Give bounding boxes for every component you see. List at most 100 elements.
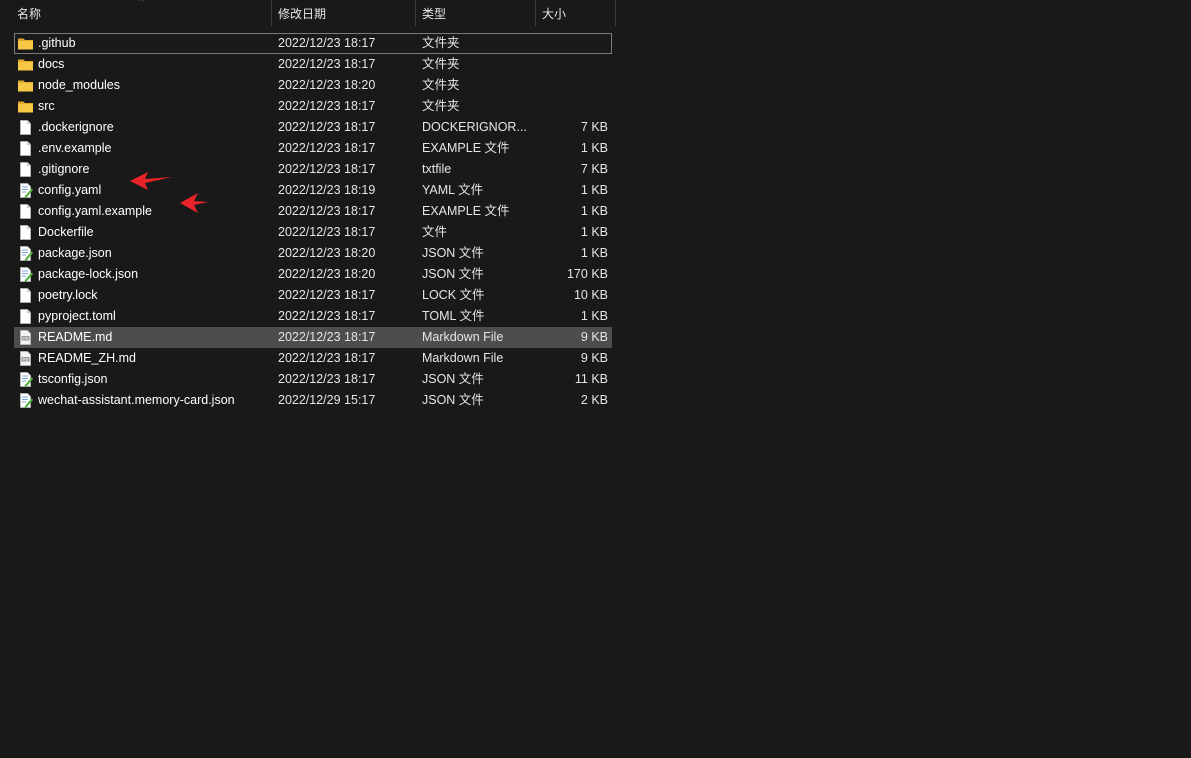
file-date-modified: 2022/12/23 18:17 — [278, 204, 376, 218]
column-header-type[interactable]: 类型 — [416, 0, 535, 26]
file-row[interactable]: tsconfig.json 2022/12/23 18:17 JSON 文件 11 K… — [14, 369, 612, 390]
markdown-file-icon: MD — [17, 329, 34, 346]
file-icon — [17, 140, 34, 157]
edit-file-icon — [17, 182, 34, 199]
column-header-name-label: 名称 — [17, 7, 42, 21]
file-name: README.md — [38, 330, 113, 344]
file-size: 7 KB — [580, 162, 608, 176]
file-size — [534, 33, 608, 54]
file-date-modified: 2022/12/23 18:17 — [278, 57, 376, 71]
file-type: JSON 文件 — [422, 246, 484, 260]
file-type: txtfile — [422, 162, 452, 176]
column-header-date-label: 修改日期 — [278, 7, 327, 21]
file-name: README_ZH.md — [38, 351, 136, 365]
file-row[interactable]: package-lock.json 2022/12/23 18:20 JSON 文件… — [14, 264, 612, 285]
file-date-modified: 2022/12/23 18:19 — [278, 183, 376, 197]
file-icon — [17, 308, 34, 325]
file-type: 文件夹 — [422, 78, 460, 92]
file-row[interactable]: config.yaml 2022/12/23 18:19 YAML 文件 1 KB — [14, 180, 612, 201]
edit-file-icon — [17, 266, 34, 283]
file-type: DOCKERIGNOR... — [422, 120, 527, 134]
file-type: JSON 文件 — [422, 267, 484, 281]
file-date-modified: 2022/12/23 18:17 — [278, 120, 376, 134]
file-date-modified: 2022/12/23 18:17 — [278, 351, 376, 365]
file-type: 文件 — [422, 225, 448, 239]
column-divider[interactable] — [615, 0, 616, 26]
file-date-modified: 2022/12/23 18:17 — [278, 309, 376, 323]
annotation-arrow-icon — [130, 172, 172, 190]
file-size: 1 KB — [580, 204, 608, 218]
file-name: wechat-assistant.memory-card.json — [38, 393, 235, 407]
file-explorer-list-view: 名称 ^ 修改日期 类型 大小 .github 2022/12/23 18:17 文… — [0, 0, 1191, 758]
file-size — [534, 75, 608, 96]
column-header-size-label: 大小 — [542, 7, 567, 21]
edit-file-icon — [17, 392, 34, 409]
file-size: 1 KB — [580, 183, 608, 197]
file-row[interactable]: src 2022/12/23 18:17 文件夹 — [14, 96, 612, 117]
file-row[interactable]: .env.example 2022/12/23 18:17 EXAMPLE 文件 1 … — [14, 138, 612, 159]
column-header-date[interactable]: 修改日期 — [272, 0, 415, 26]
file-row[interactable]: .dockerignore 2022/12/23 18:17 DOCKERIGNOR… — [14, 117, 612, 138]
file-size: 10 KB — [573, 288, 608, 302]
file-type: 文件夹 — [422, 36, 460, 50]
edit-file-icon — [17, 245, 34, 262]
file-size: 1 KB — [580, 141, 608, 155]
folder-icon — [17, 98, 34, 115]
file-name: tsconfig.json — [38, 372, 108, 386]
file-size: 11 KB — [574, 372, 608, 386]
column-header: 名称 ^ 修改日期 类型 大小 — [0, 0, 616, 26]
file-name: .dockerignore — [38, 120, 114, 134]
file-row[interactable]: config.yaml.example 2022/12/23 18:17 EXAMP… — [14, 201, 612, 222]
folder-icon — [17, 77, 34, 94]
file-name: package.json — [38, 246, 112, 260]
file-row[interactable]: .gitignore 2022/12/23 18:17 txtfile 7 KB — [14, 159, 612, 180]
file-name: node_modules — [38, 78, 121, 92]
file-name: package-lock.json — [38, 267, 139, 281]
file-icon — [17, 119, 34, 136]
file-name: pyproject.toml — [38, 309, 116, 323]
file-date-modified: 2022/12/23 18:17 — [278, 225, 376, 239]
file-row[interactable]: Dockerfile 2022/12/23 18:17 文件 1 KB — [14, 222, 612, 243]
file-type: Markdown File — [422, 351, 504, 365]
file-name: docs — [38, 57, 65, 71]
svg-text:MD: MD — [23, 337, 29, 341]
file-date-modified: 2022/12/23 18:17 — [278, 141, 376, 155]
file-size: 7 KB — [580, 120, 608, 134]
file-date-modified: 2022/12/23 18:20 — [278, 246, 376, 260]
sort-ascending-icon: ^ — [138, 0, 144, 7]
file-date-modified: 2022/12/23 18:20 — [278, 267, 376, 281]
file-row[interactable]: MD README_ZH.md 2022/12/23 18:17 Markdown F… — [14, 348, 612, 369]
annotation-arrow-icon — [180, 193, 208, 213]
file-type: YAML 文件 — [422, 183, 484, 197]
file-size: 9 KB — [580, 330, 608, 344]
file-date-modified: 2022/12/23 18:20 — [278, 78, 376, 92]
file-size: 2 KB — [580, 393, 608, 407]
file-row[interactable]: wechat-assistant.memory-card.json 2022/12… — [14, 390, 612, 411]
file-type: EXAMPLE 文件 — [422, 141, 510, 155]
markdown-file-icon: MD — [17, 350, 34, 367]
file-date-modified: 2022/12/23 18:17 — [278, 36, 376, 50]
file-size — [534, 54, 608, 75]
file-row[interactable]: package.json 2022/12/23 18:20 JSON 文件 1 KB — [14, 243, 612, 264]
file-name: .env.example — [38, 141, 112, 155]
file-row[interactable]: poetry.lock 2022/12/23 18:17 LOCK 文件 10 KB — [14, 285, 612, 306]
file-name: poetry.lock — [38, 288, 98, 302]
file-row[interactable]: pyproject.toml 2022/12/23 18:17 TOML 文件 1 K… — [14, 306, 612, 327]
file-type: 文件夹 — [422, 57, 460, 71]
file-row[interactable]: node_modules 2022/12/23 18:20 文件夹 — [14, 75, 612, 96]
file-type: EXAMPLE 文件 — [422, 204, 510, 218]
file-type: JSON 文件 — [422, 372, 484, 386]
file-date-modified: 2022/12/23 18:17 — [278, 99, 376, 113]
file-row[interactable]: .github 2022/12/23 18:17 文件夹 — [14, 33, 612, 54]
file-row[interactable]: MD README.md 2022/12/23 18:17 Markdown File… — [14, 327, 612, 348]
file-name: config.yaml.example — [38, 204, 152, 218]
file-type: TOML 文件 — [422, 309, 485, 323]
file-size: 9 KB — [580, 351, 608, 365]
file-size — [534, 96, 608, 117]
folder-icon — [17, 56, 34, 73]
file-icon — [17, 287, 34, 304]
column-header-size[interactable]: 大小 — [536, 0, 615, 26]
edit-file-icon — [17, 371, 34, 388]
file-type: Markdown File — [422, 330, 504, 344]
file-row[interactable]: docs 2022/12/23 18:17 文件夹 — [14, 54, 612, 75]
